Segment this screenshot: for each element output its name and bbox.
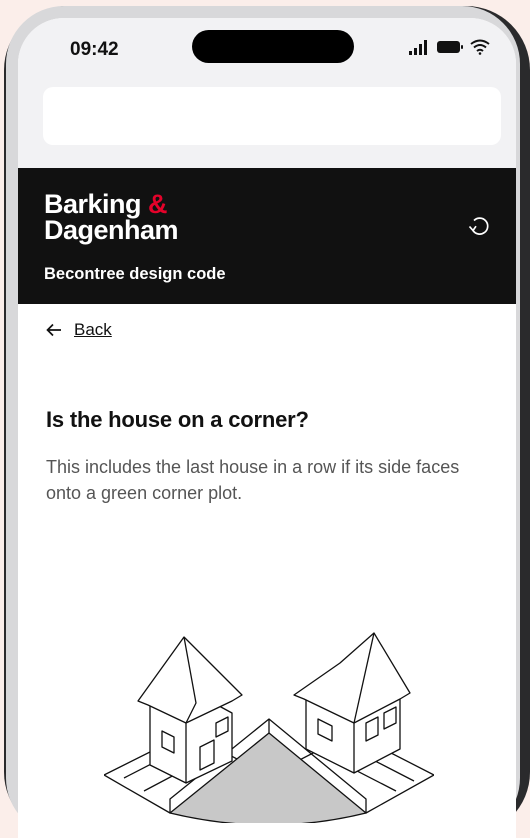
back-label: Back bbox=[74, 320, 112, 339]
site-header: Barking & Dagenham Becontree design code bbox=[18, 168, 516, 304]
status-time: 09:42 bbox=[70, 39, 119, 60]
status-bar: 09:42 bbox=[18, 18, 516, 76]
dynamic-island bbox=[192, 30, 354, 63]
question-title: Is the house on a corner? bbox=[46, 407, 309, 432]
side-button bbox=[524, 400, 530, 540]
question-hint: This includes the last house in a row if… bbox=[46, 457, 460, 503]
signal-icon bbox=[409, 40, 427, 55]
phone-screen: 09:42 Barking & Dagenham Becontree desig… bbox=[18, 18, 516, 838]
back-link[interactable]: Back bbox=[46, 320, 112, 340]
address-bar[interactable] bbox=[43, 87, 501, 145]
status-icons bbox=[408, 38, 490, 56]
corner-plot-illustration bbox=[104, 632, 434, 823]
volume-button bbox=[524, 256, 530, 326]
wifi-icon bbox=[470, 39, 490, 55]
logo-line-2: Dagenham bbox=[44, 215, 179, 245]
arrow-left-icon bbox=[46, 323, 61, 337]
undo-icon[interactable] bbox=[466, 212, 490, 236]
battery-icon bbox=[437, 41, 463, 53]
service-name: Becontree design code bbox=[44, 265, 226, 283]
council-logo[interactable]: Barking & Dagenham bbox=[44, 191, 179, 245]
